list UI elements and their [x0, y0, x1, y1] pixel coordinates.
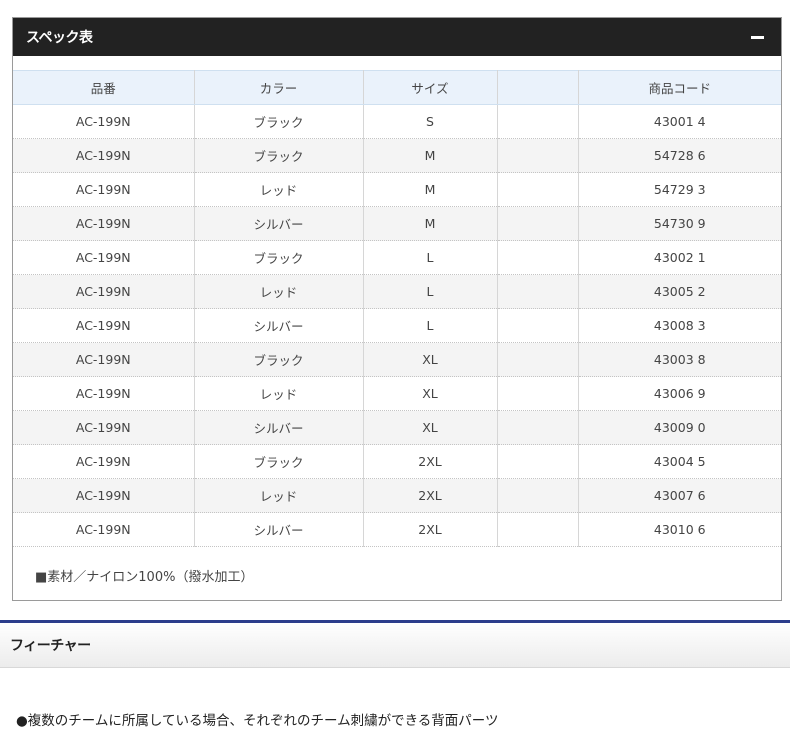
- table-row: AC-199N ブラック S 43001 4: [13, 104, 781, 139]
- cell-size: M: [363, 172, 498, 207]
- spec-table-header-row: 品番 カラー サイズ 商品コード: [13, 70, 781, 105]
- cell-empty: [497, 104, 579, 139]
- cell-product-code: 43008 3: [578, 308, 781, 343]
- cell-color: レッド: [194, 376, 364, 411]
- cell-product-number: AC-199N: [13, 512, 195, 547]
- header-empty: [497, 70, 579, 105]
- cell-size: M: [363, 206, 498, 241]
- table-row: AC-199N ブラック L 43002 1: [13, 240, 781, 275]
- cell-product-number: AC-199N: [13, 478, 195, 513]
- cell-color: ブラック: [194, 444, 364, 479]
- header-color: カラー: [194, 70, 364, 105]
- cell-product-number: AC-199N: [13, 138, 195, 173]
- cell-empty: [497, 172, 579, 207]
- cell-product-code: 43004 5: [578, 444, 781, 479]
- cell-product-code: 43010 6: [578, 512, 781, 547]
- cell-product-code: 54730 9: [578, 206, 781, 241]
- cell-color: レッド: [194, 172, 364, 207]
- cell-product-code: 43007 6: [578, 478, 781, 513]
- cell-empty: [497, 308, 579, 343]
- cell-color: ブラック: [194, 240, 364, 275]
- cell-empty: [497, 342, 579, 377]
- cell-color: シルバー: [194, 206, 364, 241]
- cell-color: シルバー: [194, 308, 364, 343]
- header-product-code: 商品コード: [578, 70, 781, 105]
- spec-table-body: AC-199N ブラック S 43001 4 AC-199N ブラック M 54728 6 AC…: [13, 104, 781, 547]
- cell-empty: [497, 478, 579, 513]
- spec-header[interactable]: スペック表: [13, 18, 781, 56]
- cell-empty: [497, 410, 579, 445]
- table-row: AC-199N レッド XL 43006 9: [13, 376, 781, 411]
- spec-panel: スペック表 品番 カラー サイズ 商品コード AC-199N ブラック S 43001…: [12, 17, 782, 601]
- cell-product-code: 43009 0: [578, 410, 781, 445]
- table-row: AC-199N レッド L 43005 2: [13, 274, 781, 309]
- cell-size: L: [363, 308, 498, 343]
- table-row: AC-199N ブラック M 54728 6: [13, 138, 781, 173]
- cell-empty: [497, 206, 579, 241]
- table-row: AC-199N レッド M 54729 3: [13, 172, 781, 207]
- cell-product-code: 43003 8: [578, 342, 781, 377]
- cell-empty: [497, 240, 579, 275]
- cell-size: XL: [363, 410, 498, 445]
- cell-size: 2XL: [363, 478, 498, 513]
- cell-size: L: [363, 240, 498, 275]
- cell-empty: [497, 138, 579, 173]
- feature-section-header: フィーチャー: [0, 620, 790, 668]
- cell-product-code: 43005 2: [578, 274, 781, 309]
- table-row: AC-199N ブラック 2XL 43004 5: [13, 444, 781, 479]
- table-row: AC-199N レッド 2XL 43007 6: [13, 478, 781, 513]
- feature-item: ●複数のチームに所属している場合、それぞれのチーム刺繍ができる背面パーツ: [16, 713, 499, 729]
- spec-title: スペック表: [26, 30, 93, 46]
- material-note: ■素材／ナイロン100%（撥水加工）: [35, 570, 254, 585]
- cell-size: L: [363, 274, 498, 309]
- feature-title: フィーチャー: [10, 638, 91, 654]
- cell-color: ブラック: [194, 138, 364, 173]
- cell-empty: [497, 274, 579, 309]
- table-row: AC-199N ブラック XL 43003 8: [13, 342, 781, 377]
- header-product-number: 品番: [13, 70, 195, 105]
- cell-color: シルバー: [194, 512, 364, 547]
- spec-table-wrapper: 品番 カラー サイズ 商品コード AC-199N ブラック S 43001 4 AC-1…: [13, 70, 781, 547]
- cell-empty: [497, 444, 579, 479]
- cell-product-code: 54728 6: [578, 138, 781, 173]
- cell-empty: [497, 376, 579, 411]
- cell-color: ブラック: [194, 342, 364, 377]
- cell-product-number: AC-199N: [13, 376, 195, 411]
- cell-color: レッド: [194, 478, 364, 513]
- cell-size: 2XL: [363, 444, 498, 479]
- cell-color: ブラック: [194, 104, 364, 139]
- table-row: AC-199N シルバー XL 43009 0: [13, 410, 781, 445]
- cell-size: S: [363, 104, 498, 139]
- cell-product-number: AC-199N: [13, 410, 195, 445]
- cell-color: シルバー: [194, 410, 364, 445]
- cell-size: 2XL: [363, 512, 498, 547]
- cell-product-number: AC-199N: [13, 444, 195, 479]
- minus-icon: [750, 35, 764, 39]
- cell-product-number: AC-199N: [13, 240, 195, 275]
- cell-product-number: AC-199N: [13, 172, 195, 207]
- cell-size: M: [363, 138, 498, 173]
- cell-size: XL: [363, 376, 498, 411]
- cell-empty: [497, 512, 579, 547]
- cell-product-number: AC-199N: [13, 104, 195, 139]
- cell-color: レッド: [194, 274, 364, 309]
- cell-product-number: AC-199N: [13, 342, 195, 377]
- cell-product-number: AC-199N: [13, 206, 195, 241]
- cell-product-code: 43001 4: [578, 104, 781, 139]
- cell-product-code: 54729 3: [578, 172, 781, 207]
- cell-product-number: AC-199N: [13, 308, 195, 343]
- table-row: AC-199N シルバー 2XL 43010 6: [13, 512, 781, 547]
- collapse-button[interactable]: [747, 27, 767, 47]
- table-row: AC-199N シルバー M 54730 9: [13, 206, 781, 241]
- cell-product-code: 43006 9: [578, 376, 781, 411]
- cell-size: XL: [363, 342, 498, 377]
- header-size: サイズ: [363, 70, 498, 105]
- cell-product-code: 43002 1: [578, 240, 781, 275]
- table-row: AC-199N シルバー L 43008 3: [13, 308, 781, 343]
- spec-table: 品番 カラー サイズ 商品コード AC-199N ブラック S 43001 4 AC-1…: [13, 70, 781, 547]
- cell-product-number: AC-199N: [13, 274, 195, 309]
